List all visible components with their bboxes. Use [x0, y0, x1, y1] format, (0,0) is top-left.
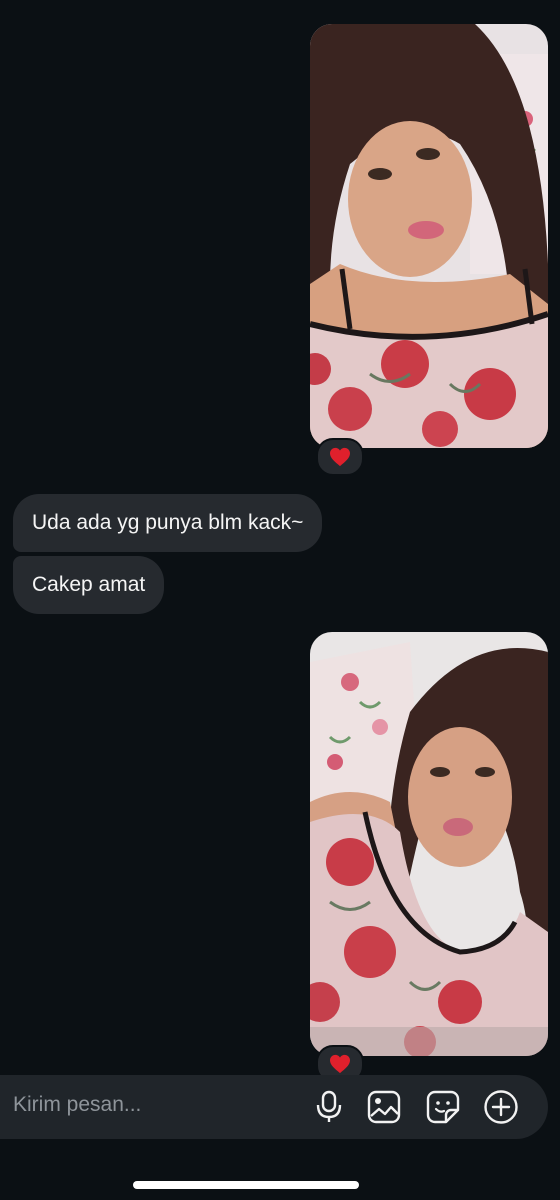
- heart-icon: [330, 1054, 350, 1074]
- photo-2-image: [310, 632, 548, 1056]
- incoming-message-2[interactable]: Cakep amat: [13, 556, 165, 614]
- photo-message-1[interactable]: [310, 24, 548, 448]
- home-indicator[interactable]: [133, 1181, 359, 1189]
- chat-screen: Uda ada yg punya blm kack~ Cakep amat Ki…: [0, 0, 560, 1200]
- gallery-icon[interactable]: [366, 1089, 402, 1125]
- message-composer: Kirim pesan...: [0, 1075, 548, 1139]
- incoming-message-1[interactable]: Uda ada yg punya blm kack~: [13, 494, 323, 552]
- sticker-icon[interactable]: [425, 1089, 461, 1125]
- heart-icon: [330, 447, 350, 467]
- photo-message-2[interactable]: [310, 632, 548, 1056]
- message-input[interactable]: Kirim pesan...: [13, 1093, 141, 1117]
- plus-icon[interactable]: [483, 1089, 519, 1125]
- heart-reaction-1[interactable]: [316, 438, 364, 476]
- microphone-icon[interactable]: [311, 1089, 347, 1125]
- photo-1-image: [310, 24, 548, 448]
